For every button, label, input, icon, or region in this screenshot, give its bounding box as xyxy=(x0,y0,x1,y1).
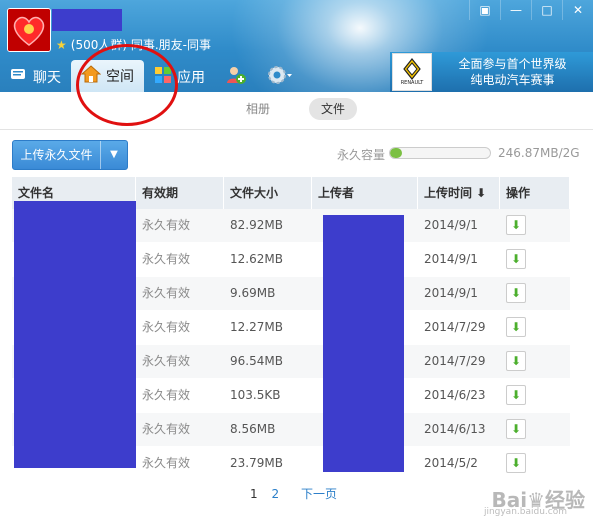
cell-validity: 永久有效 xyxy=(142,218,191,232)
uploader-redacted xyxy=(323,215,404,472)
next-page-link[interactable]: 下一页 xyxy=(301,487,337,501)
settings-button[interactable] xyxy=(257,62,303,92)
download-icon[interactable]: ⬇ xyxy=(506,452,526,473)
group-avatar[interactable] xyxy=(7,8,51,52)
col-validity[interactable]: 有效期 xyxy=(136,177,224,209)
cell-size: 82.92MB xyxy=(230,218,283,232)
col-actions: 操作 xyxy=(500,177,570,209)
ad-text: 全面参与首个世界级 纯电动汽车赛事 xyxy=(432,56,593,88)
cell-upload-time: 2014/9/1 xyxy=(424,286,478,300)
cell-actions: ⬇ xyxy=(500,379,570,412)
cell-upload-time: 2014/5/2 xyxy=(424,456,478,470)
ad-line-2: 纯电动汽车赛事 xyxy=(470,73,555,87)
tab-apps-label: 应用 xyxy=(177,70,205,86)
download-icon[interactable]: ⬇ xyxy=(506,316,526,337)
cell-actions: ⬇ xyxy=(500,447,570,480)
cell-size: 12.62MB xyxy=(230,252,283,266)
cell-validity: 永久有效 xyxy=(142,354,191,368)
col-upload-time[interactable]: 上传时间 ⬇ xyxy=(418,177,500,209)
page-1[interactable]: 1 xyxy=(250,487,258,501)
cell-actions: ⬇ xyxy=(500,345,570,378)
minimize-button[interactable]: — xyxy=(500,0,531,20)
tab-chat[interactable]: 聊天 xyxy=(0,62,71,92)
col-size[interactable]: 文件大小 xyxy=(224,177,312,209)
quota-fill xyxy=(390,148,402,158)
sub-tabs: 相册 文件 xyxy=(0,98,593,122)
cell-validity: 永久有效 xyxy=(142,252,191,266)
close-button[interactable]: ✕ xyxy=(562,0,593,20)
subtab-album[interactable]: 相册 xyxy=(246,98,270,120)
cell-upload-time: 2014/6/23 xyxy=(424,388,486,402)
cell-actions: ⬇ xyxy=(500,311,570,344)
subtab-files[interactable]: 文件 xyxy=(309,98,358,120)
cell-actions: ⬇ xyxy=(500,413,570,446)
add-member-button[interactable] xyxy=(215,62,257,92)
star-icon: ★ xyxy=(56,38,67,52)
cell-upload-time: 2014/7/29 xyxy=(424,354,486,368)
quota-label: 永久容量 xyxy=(337,148,386,162)
cell-size: 9.69MB xyxy=(230,286,276,300)
download-icon[interactable]: ⬇ xyxy=(506,350,526,371)
cell-validity: 永久有效 xyxy=(142,286,191,300)
cell-validity: 永久有效 xyxy=(142,422,191,436)
download-icon[interactable]: ⬇ xyxy=(506,384,526,405)
cell-size: 12.27MB xyxy=(230,320,283,334)
cell-actions: ⬇ xyxy=(500,209,570,242)
divider xyxy=(0,129,593,130)
maximize-button[interactable]: □ xyxy=(531,0,562,20)
chevron-down-icon[interactable]: ▼ xyxy=(100,141,127,169)
col-uploader[interactable]: 上传者 xyxy=(312,177,418,209)
gear-icon xyxy=(267,65,293,89)
cell-upload-time: 2014/6/13 xyxy=(424,422,486,436)
window-controls: ▣ — □ ✕ xyxy=(469,0,593,20)
cell-validity: 永久有效 xyxy=(142,320,191,334)
renault-logo: RENAULT xyxy=(392,53,432,91)
cell-size: 8.56MB xyxy=(230,422,276,436)
upload-button[interactable]: 上传永久文件 ▼ xyxy=(12,140,128,170)
pagination: 1 2 下一页 xyxy=(250,485,347,502)
cell-actions: ⬇ xyxy=(500,243,570,276)
ad-banner[interactable]: RENAULT 全面参与首个世界级 纯电动汽车赛事 xyxy=(390,52,593,92)
add-user-icon xyxy=(225,65,247,89)
quota-value: 246.87MB/2G xyxy=(498,146,580,160)
filename-redacted xyxy=(14,201,136,468)
page-2[interactable]: 2 xyxy=(271,487,279,501)
quota-bar xyxy=(389,147,491,159)
cell-upload-time: 2014/9/1 xyxy=(424,218,478,232)
cell-upload-time: 2014/7/29 xyxy=(424,320,486,334)
group-name-redacted xyxy=(52,9,122,31)
download-icon[interactable]: ⬇ xyxy=(506,248,526,269)
heart-icon xyxy=(8,9,50,51)
download-icon[interactable]: ⬇ xyxy=(506,282,526,303)
cell-upload-time: 2014/9/1 xyxy=(424,252,478,266)
upload-button-label: 上传永久文件 xyxy=(20,148,93,162)
cell-validity: 永久有效 xyxy=(142,388,191,402)
download-icon[interactable]: ⬇ xyxy=(506,214,526,235)
cell-size: 96.54MB xyxy=(230,354,283,368)
cell-size: 103.5KB xyxy=(230,388,281,402)
watermark-url: jingyan.baidu.com xyxy=(483,507,567,517)
cell-size: 23.79MB xyxy=(230,456,283,470)
download-icon[interactable]: ⬇ xyxy=(506,418,526,439)
chat-icon xyxy=(10,67,28,87)
renault-logo-text: RENAULT xyxy=(400,80,424,86)
skin-button[interactable]: ▣ xyxy=(469,0,500,20)
cell-validity: 永久有效 xyxy=(142,456,191,470)
cell-actions: ⬇ xyxy=(500,277,570,310)
tab-chat-label: 聊天 xyxy=(33,70,61,86)
ad-line-1: 全面参与首个世界级 xyxy=(458,57,567,71)
